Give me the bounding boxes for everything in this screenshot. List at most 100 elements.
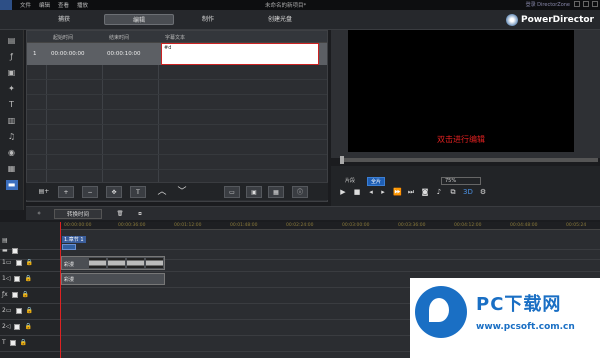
fast-forward-icon[interactable]: ⏩ (393, 188, 402, 196)
app-icon (0, 0, 12, 10)
audio-clip[interactable]: 彩漫 (61, 273, 165, 285)
skip-icon[interactable]: ⏭ (407, 188, 415, 196)
playhead[interactable] (60, 222, 61, 358)
lock-icon[interactable]: 🔒 (20, 339, 27, 346)
move-down-icon[interactable]: ﹀ (174, 186, 190, 198)
playback-controls: 片段 全片 75% ▶ ■ ◂ ▸ ⏩ ⏭ ◙ ♪ ⧉ 3D ⚙ (331, 166, 600, 206)
undock-icon[interactable]: ⧉ (449, 188, 457, 196)
close-button[interactable] (592, 1, 598, 7)
stop-icon[interactable]: ■ (353, 188, 361, 196)
watermark-logo-icon (415, 286, 467, 338)
fx-track-icon: ƒx (2, 291, 8, 298)
subtitle-room-icon[interactable]: ▬ (5, 180, 18, 190)
title-track-icon: T (2, 339, 6, 346)
subtitle-text-value: #d (164, 45, 172, 51)
voice-over-room-icon[interactable]: ◉ (6, 148, 18, 158)
lock-icon[interactable]: 🔒 (26, 259, 33, 266)
row-end-time[interactable]: 00:00:10:00 (107, 51, 141, 57)
lock-icon[interactable]: 🔒 (22, 291, 29, 298)
track-enable-checkbox[interactable] (14, 275, 21, 282)
track-enable-checkbox[interactable] (11, 291, 18, 298)
settings-icon[interactable]: ⚙ (479, 188, 487, 196)
subtitle-options-icon[interactable]: ▤+ (36, 186, 52, 198)
add-subtitle-button[interactable]: + (58, 186, 74, 198)
movie-mode-button[interactable]: 全片 (367, 177, 386, 186)
preview-subtitle-icon[interactable]: ▦ (268, 186, 284, 198)
remove-subtitle-button[interactable]: − (82, 186, 98, 198)
clip-mode-button[interactable]: 片段 (345, 177, 355, 184)
video-track-icon: 2▭ (2, 307, 12, 314)
track-enable-checkbox[interactable] (9, 339, 16, 346)
track-enable-checkbox[interactable] (11, 247, 18, 254)
subtitle-text-editor[interactable]: #d (161, 43, 319, 65)
audio-mixing-room-icon[interactable]: ♫ (6, 132, 18, 142)
prev-frame-icon[interactable]: ◂ (367, 188, 375, 196)
menu-view[interactable]: 查看 (58, 1, 69, 9)
tab-capture[interactable]: 捕获 (40, 14, 88, 25)
next-frame-icon[interactable]: ▸ (379, 188, 387, 196)
text-format-icon[interactable]: T (130, 186, 146, 198)
move-up-icon[interactable]: ︿ (154, 186, 170, 198)
audio-track-icon: 1◁ (2, 275, 11, 282)
import-folder-icon[interactable]: ▭ (224, 186, 240, 198)
clip-thumbnail (127, 258, 144, 268)
room-sidebar: ▤ ƒ ▣ ✦ T ▥ ♫ ◉ ▦ ▬ (0, 30, 24, 210)
keyframe-button[interactable]: 转换时间 (54, 209, 102, 219)
minimize-button[interactable] (574, 1, 580, 7)
tab-create-disc[interactable]: 创建光盘 (250, 14, 310, 25)
video-clip[interactable]: 彩漫 (61, 256, 165, 270)
split-icon[interactable]: ⧈ (134, 209, 146, 219)
chapter-marker[interactable]: 1.章节 1 (62, 236, 86, 243)
title-room-icon[interactable]: T (6, 100, 18, 110)
magic-wand-icon[interactable]: ✧ (32, 209, 46, 219)
particle-room-icon[interactable]: ✦ (6, 84, 18, 94)
zoom-select[interactable]: 75% (441, 177, 481, 185)
director-zone-link[interactable]: 登录 DirectorZone (526, 1, 570, 8)
scrubber-thumb[interactable] (340, 156, 344, 164)
ruler-tick: 00:05:24 (566, 223, 587, 228)
delete-icon[interactable]: 🗑 (114, 209, 126, 219)
info-icon[interactable]: ⓘ (292, 186, 308, 198)
volume-icon[interactable]: ♪ (435, 188, 443, 196)
subtitle-table-header: 起始时间 结束时间 字幕文本 (27, 31, 327, 43)
ruler-tick: 00:03:00:00 (342, 223, 370, 228)
table-row[interactable]: 1 00:00:00:00 00:00:10:00 #d (27, 43, 327, 65)
watermark-title: PC下载网 (476, 294, 562, 315)
menu-play[interactable]: 播放 (77, 1, 88, 9)
subtitle-toolbar: ▤+ + − ✥ T ︿ ﹀ ▭ ▣ ▦ ⓘ (26, 182, 328, 200)
lock-icon[interactable]: 🔒 (26, 307, 33, 314)
merge-subtitle-icon[interactable]: ✥ (106, 186, 122, 198)
lock-icon[interactable]: 🔒 (24, 323, 31, 330)
ruler-tick: 00:04:48:00 (510, 223, 538, 228)
preview-scrubber[interactable] (340, 156, 598, 164)
track-enable-checkbox[interactable] (15, 259, 22, 266)
menu-file[interactable]: 文件 (20, 1, 31, 9)
3d-mode-icon[interactable]: 3D (463, 188, 473, 196)
timeline-toolbar: ✧ 转换时间 🗑 ⧈ (26, 206, 600, 220)
lock-icon[interactable]: 🔒 (24, 275, 31, 282)
track-enable-checkbox[interactable] (14, 323, 21, 330)
pip-room-icon[interactable]: ▣ (6, 68, 18, 78)
tab-edit[interactable]: 编辑 (104, 14, 174, 25)
tab-produce[interactable]: 制作 (184, 14, 232, 25)
play-icon[interactable]: ▶ (339, 188, 347, 196)
row-start-time[interactable]: 00:00:00:00 (51, 51, 85, 57)
time-ruler[interactable]: 00:00:00:00 00:00:36:00 00:01:12:00 00:0… (60, 222, 600, 230)
maximize-button[interactable] (583, 1, 589, 7)
audio-track-icon: 2◁ (2, 323, 11, 330)
site-watermark: PC下载网 www.pcsoft.com.cn (410, 278, 600, 358)
transition-room-icon[interactable]: ▥ (6, 116, 18, 126)
subtitle-clip[interactable] (62, 244, 76, 250)
header-subtitle-text: 字幕文本 (165, 35, 186, 41)
export-subtitle-icon[interactable]: ▣ (246, 186, 262, 198)
window-controls (574, 1, 598, 7)
chapter-room-icon[interactable]: ▦ (6, 164, 18, 174)
effect-room-icon[interactable]: ƒ (6, 52, 18, 62)
media-room-icon[interactable]: ▤ (6, 36, 18, 46)
clip-thumbnail (146, 258, 163, 268)
snapshot-icon[interactable]: ◙ (421, 188, 429, 196)
track-enable-checkbox[interactable] (15, 307, 22, 314)
preview-window[interactable]: 双击进行编辑 (348, 30, 574, 152)
menu-edit[interactable]: 编辑 (39, 1, 50, 9)
video-clip-label: 彩漫 (64, 262, 75, 268)
